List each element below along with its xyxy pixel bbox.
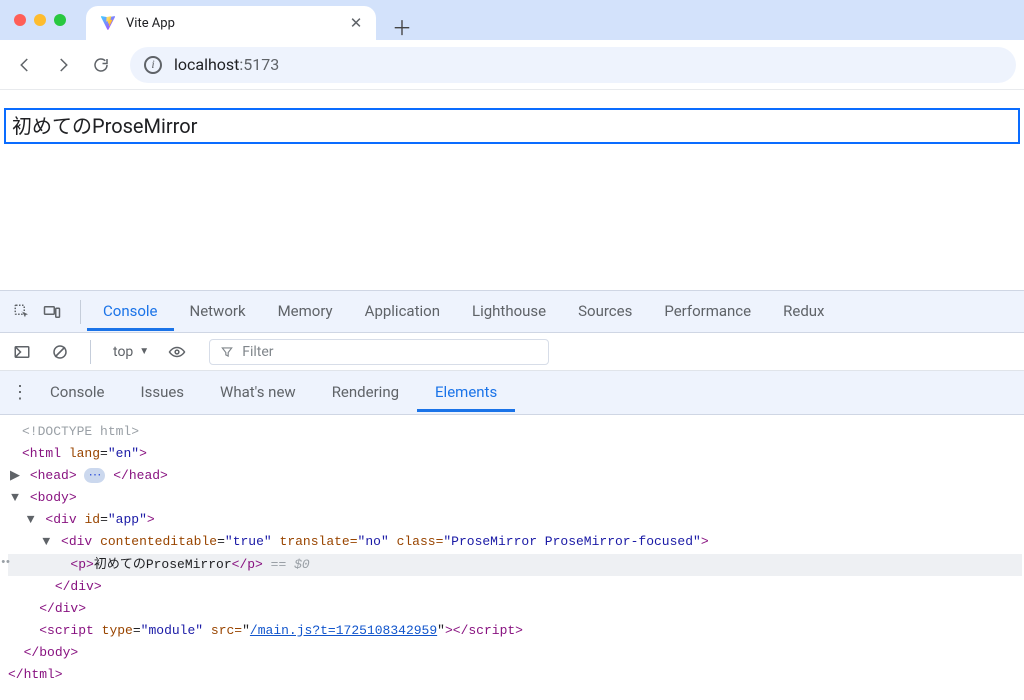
collapse-toggle-icon[interactable]: ▼ (8, 487, 22, 509)
minimize-window-button[interactable] (34, 14, 46, 26)
console-sidebar-toggle-icon[interactable] (8, 338, 36, 366)
console-toolbar: top▼ Filter (0, 333, 1024, 371)
tab-performance[interactable]: Performance (648, 292, 767, 331)
site-info-icon[interactable]: i (144, 56, 162, 74)
reload-button[interactable] (84, 48, 118, 82)
url-text: localhost:5173 (174, 55, 279, 74)
inspect-element-icon[interactable] (8, 298, 36, 326)
vite-favicon (100, 15, 116, 31)
devtools-panel: Console Network Memory Application Light… (0, 290, 1024, 700)
tab-strip: Vite App ✕ ＋ (86, 0, 1024, 40)
tab-title: Vite App (126, 16, 338, 31)
maximize-window-button[interactable] (54, 14, 66, 26)
drawer-more-icon[interactable]: ⋮ (8, 384, 32, 402)
browser-toolbar: i localhost:5173 (0, 40, 1024, 90)
drawer-tab-rendering[interactable]: Rendering (314, 373, 417, 412)
drawer-tab-console[interactable]: Console (32, 373, 123, 412)
devtools-drawer-tabs: ⋮ Console Issues What's new Rendering El… (0, 371, 1024, 415)
selected-dom-node[interactable]: <p>初めてのProseMirror</p> == $0 (8, 554, 1022, 576)
drawer-tab-issues[interactable]: Issues (123, 373, 203, 412)
drawer-tab-whatsnew[interactable]: What's new (202, 373, 314, 412)
tab-network[interactable]: Network (174, 292, 262, 331)
drawer-tab-elements[interactable]: Elements (417, 373, 515, 412)
close-tab-icon[interactable]: ✕ (348, 15, 364, 31)
collapse-toggle-icon[interactable]: ▼ (24, 509, 38, 531)
filter-icon (220, 345, 234, 359)
tab-application[interactable]: Application (349, 292, 456, 331)
clear-console-icon[interactable] (46, 338, 74, 366)
address-bar[interactable]: i localhost:5173 (130, 47, 1016, 83)
prosemirror-editor[interactable]: 初めてのProseMirror (4, 108, 1020, 144)
browser-titlebar: Vite App ✕ ＋ (0, 0, 1024, 40)
script-src-link[interactable]: /main.js?t=1725108342959 (250, 623, 437, 638)
window-controls (14, 14, 66, 26)
live-expression-icon[interactable] (165, 338, 189, 366)
new-tab-button[interactable]: ＋ (388, 12, 416, 40)
browser-tab[interactable]: Vite App ✕ (86, 6, 376, 40)
devtools-main-tabs: Console Network Memory Application Light… (0, 291, 1024, 333)
tab-redux[interactable]: Redux (767, 292, 840, 331)
close-window-button[interactable] (14, 14, 26, 26)
console-filter-input[interactable]: Filter (209, 339, 549, 365)
tab-lighthouse[interactable]: Lighthouse (456, 292, 562, 331)
page-viewport: 初めてのProseMirror (0, 90, 1024, 290)
tab-memory[interactable]: Memory (262, 292, 349, 331)
back-button[interactable] (8, 48, 42, 82)
collapse-toggle-icon[interactable]: ▼ (39, 531, 53, 553)
filter-placeholder: Filter (242, 344, 273, 360)
collapsed-ellipsis-icon[interactable]: ⋯ (84, 468, 105, 483)
elements-dom-tree[interactable]: <!DOCTYPE html> <html lang="en"> ▶ <head… (0, 415, 1024, 700)
expand-toggle-icon[interactable]: ▶ (8, 465, 22, 487)
tab-console[interactable]: Console (87, 292, 174, 331)
tab-sources[interactable]: Sources (562, 292, 648, 331)
device-toolbar-icon[interactable] (38, 298, 66, 326)
console-context-selector[interactable]: top▼ (107, 344, 155, 360)
forward-button[interactable] (46, 48, 80, 82)
editor-paragraph[interactable]: 初めてのProseMirror (12, 112, 1012, 140)
